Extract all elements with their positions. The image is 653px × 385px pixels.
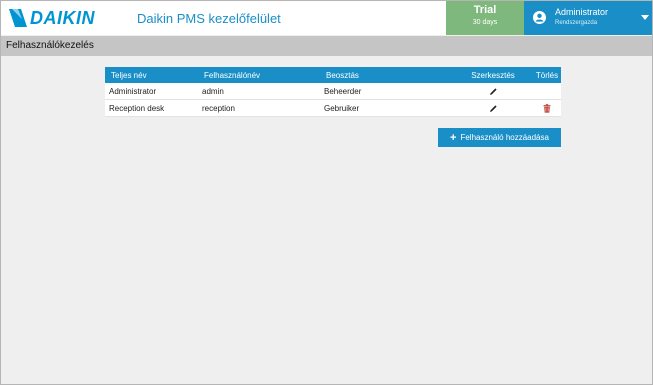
app-window: DAIKIN Daikin PMS kezelőfelület Trial 30… [0, 0, 653, 385]
delete-cell [533, 83, 561, 100]
cell-role: Gebruiker [320, 99, 453, 117]
page-header-bar: Felhasználókezelés [1, 36, 652, 56]
column-header-edit: Szerkesztés [453, 67, 533, 83]
cell-username: reception [198, 99, 320, 117]
page-title: Felhasználókezelés [6, 40, 94, 51]
pencil-icon[interactable] [489, 104, 498, 113]
daikin-logo: DAIKIN [9, 9, 95, 27]
app-title: Daikin PMS kezelőfelület [137, 11, 281, 26]
trial-badge: Trial 30 days [446, 1, 524, 35]
delete-cell [533, 99, 561, 117]
user-menu[interactable]: Administrator Rendszergazda [524, 1, 652, 35]
user-icon [533, 11, 546, 24]
edit-cell [453, 99, 533, 117]
table-header-row: Teljes név Felhasználónév Beosztás Szerk… [105, 67, 561, 83]
pencil-icon[interactable] [489, 87, 498, 96]
logo-text: DAIKIN [30, 8, 95, 28]
cell-full-name: Administrator [105, 83, 198, 100]
chevron-down-icon[interactable] [641, 15, 649, 20]
column-header-role[interactable]: Beosztás [320, 67, 453, 83]
user-name: Administrator [555, 7, 609, 17]
plus-icon: + [450, 131, 457, 144]
trash-icon[interactable] [543, 103, 551, 113]
cell-role: Beheerder [320, 83, 453, 100]
table-row[interactable]: Reception desk reception Gebruiker [105, 99, 561, 117]
user-role: Rendszergazda [555, 20, 598, 26]
top-bar: DAIKIN Daikin PMS kezelőfelület Trial 30… [1, 1, 652, 35]
daikin-logo-icon [9, 9, 27, 27]
column-header-full-name[interactable]: Teljes név [105, 67, 198, 83]
users-table: Teljes név Felhasználónév Beosztás Szerk… [105, 67, 561, 117]
edit-cell [453, 83, 533, 100]
trial-days: 30 days [472, 19, 498, 26]
column-header-username[interactable]: Felhasználónév [198, 67, 320, 83]
column-header-delete: Törlés [533, 67, 561, 83]
cell-full-name: Reception desk [105, 99, 198, 117]
trial-title: Trial [473, 4, 497, 16]
cell-username: admin [198, 83, 320, 100]
add-user-button-label: Felhasználó hozzáadása [460, 133, 549, 142]
add-user-button[interactable]: + Felhasználó hozzáadása [438, 128, 561, 147]
table-row[interactable]: Administrator admin Beheerder [105, 83, 561, 100]
